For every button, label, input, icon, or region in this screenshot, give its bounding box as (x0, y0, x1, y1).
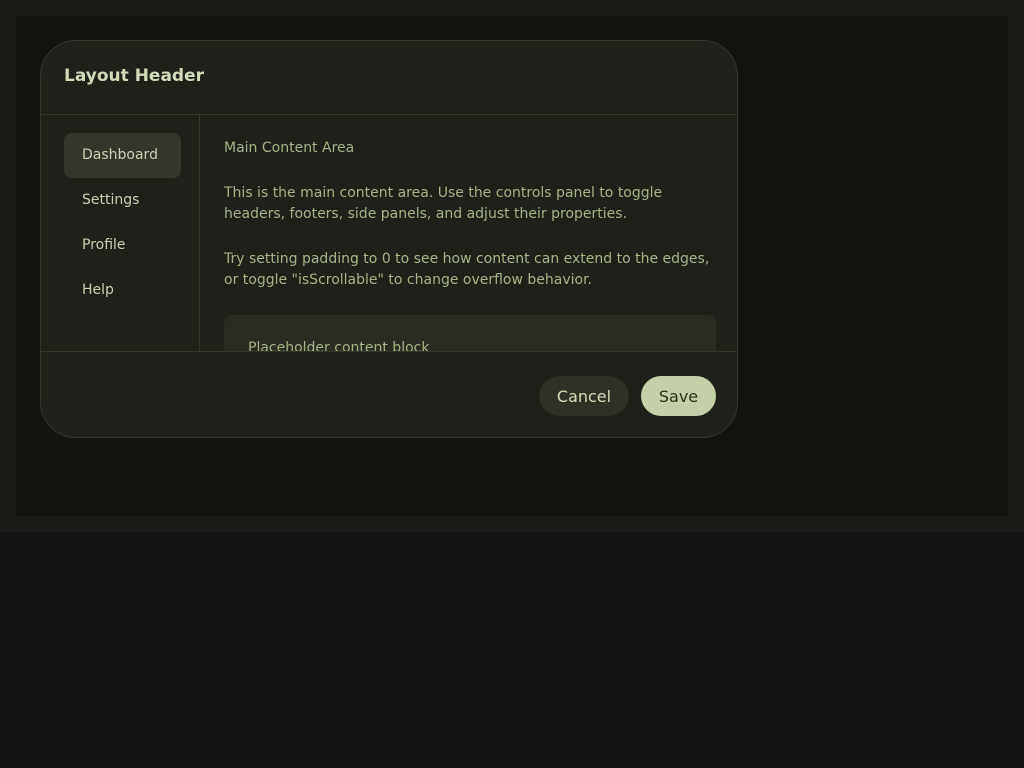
sidebar-item-settings[interactable]: Settings (64, 178, 181, 223)
sidebar-item-dashboard[interactable]: Dashboard (64, 133, 181, 178)
side-panel: Dashboard Settings Profile Help (41, 115, 200, 351)
content-paragraph: Try setting padding to 0 to see how cont… (224, 251, 710, 288)
content-paragraph: This is the main content area. Use the c… (224, 185, 663, 222)
dialog-footer: Cancel Save (41, 351, 737, 437)
layout-dialog: Layout Header Dashboard Settings Profile… (40, 40, 738, 438)
save-button[interactable]: Save (641, 376, 716, 416)
main-content: Main Content Area This is the main conte… (224, 115, 718, 351)
sidebar-item-profile[interactable]: Profile (64, 223, 181, 268)
cancel-button[interactable]: Cancel (539, 376, 629, 416)
placeholder-block: Placeholder content block (224, 315, 716, 351)
placeholder-text: Placeholder content block (248, 340, 430, 351)
dialog-body: Dashboard Settings Profile Help Main Con… (41, 115, 737, 351)
sidebar-item-help[interactable]: Help (64, 268, 181, 313)
content-title: Main Content Area (224, 140, 355, 156)
dialog-header: Layout Header (41, 41, 737, 115)
dialog-title: Layout Header (64, 66, 205, 86)
